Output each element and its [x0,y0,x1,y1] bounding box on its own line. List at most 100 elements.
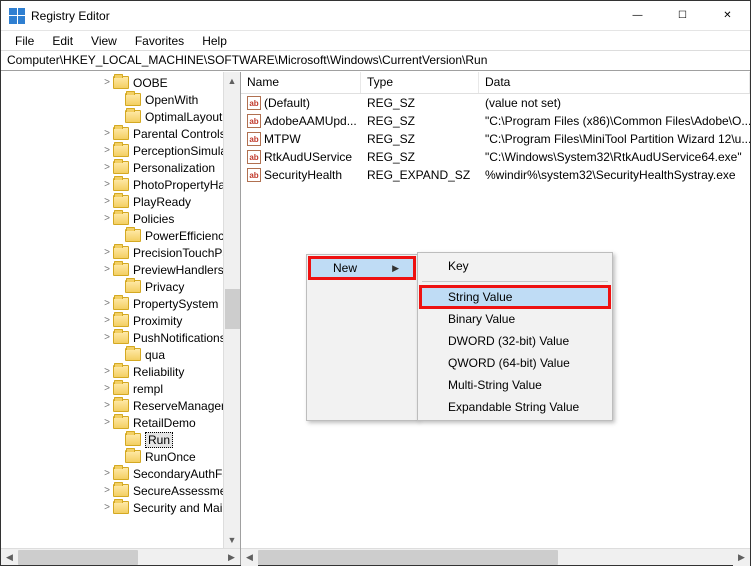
tree-item[interactable]: >Parental Controls [1,125,240,142]
expand-icon[interactable]: > [101,77,113,88]
menu-file[interactable]: File [7,32,42,50]
table-row[interactable]: abRtkAudUServiceREG_SZ"C:\Windows\System… [241,148,750,166]
tree-item[interactable]: >PhotoPropertyHandler [1,176,240,193]
menu-view[interactable]: View [83,32,125,50]
tree-item-label: Run [145,432,173,448]
column-type[interactable]: Type [361,72,479,93]
tree-item[interactable]: >Proximity [1,312,240,329]
column-name[interactable]: Name [241,72,361,93]
tree-item[interactable]: qua [1,346,240,363]
menu-favorites[interactable]: Favorites [127,32,192,50]
menu-edit[interactable]: Edit [44,32,81,50]
tree-item[interactable]: >PreviewHandlers [1,261,240,278]
tree-item[interactable]: >PropertySystem [1,295,240,312]
tree-item[interactable]: > PushNotifications [1,329,240,346]
expand-icon[interactable]: > [101,264,113,275]
expand-icon[interactable]: > [101,162,113,173]
expand-icon[interactable]: > [101,468,113,479]
tree-item[interactable]: >SecondaryAuthFactor [1,465,240,482]
folder-icon [113,331,129,344]
scroll-right-icon[interactable]: ▶ [223,549,240,566]
tree-item-label: PushNotifications [133,331,226,345]
address-bar[interactable]: Computer\HKEY_LOCAL_MACHINE\SOFTWARE\Mic… [1,51,750,71]
expand-icon[interactable]: > [101,502,113,513]
tree-item[interactable]: >OOBE [1,74,240,91]
tree-item[interactable]: >Reliability [1,363,240,380]
tree-item[interactable]: PowerEfficiencyDiagnostics [1,227,240,244]
titlebar-left: Registry Editor [9,8,110,24]
expand-icon[interactable]: > [101,485,113,496]
tree-item[interactable]: OpenWith [1,91,240,108]
tree-item[interactable]: >SecureAssessment [1,482,240,499]
maximize-button[interactable]: ☐ [660,1,705,31]
reg-string-icon: ab [247,132,261,146]
expand-icon[interactable]: > [101,128,113,139]
tree-horizontal-scrollbar[interactable]: ◀ ▶ [1,548,240,565]
menu-help[interactable]: Help [194,32,235,50]
scrollbar-thumb[interactable] [18,550,138,565]
tree-item[interactable]: Privacy [1,278,240,295]
folder-icon [125,280,141,293]
tree-item[interactable]: >PerceptionSimulation [1,142,240,159]
submenu-key[interactable]: Key [420,255,610,277]
tree-item-label: Privacy [145,280,184,294]
expand-icon[interactable]: > [101,213,113,224]
tree-list[interactable]: >OOBEOpenWithOptimalLayout>Parental Cont… [1,72,240,548]
scroll-up-icon[interactable]: ▲ [224,72,241,89]
folder-icon [113,365,129,378]
expand-icon[interactable]: > [101,196,113,207]
expand-icon[interactable]: > [101,145,113,156]
submenu-expand-label: Expandable String Value [448,400,579,414]
cell-data: (value not set) [479,96,750,110]
expand-icon[interactable]: > [101,298,113,309]
submenu-binary-value[interactable]: Binary Value [420,308,610,330]
scroll-left-icon[interactable]: ◀ [241,549,258,566]
tree-vertical-scrollbar[interactable]: ▲ ▼ [223,72,240,548]
tree-item[interactable]: >PlayReady [1,193,240,210]
close-button[interactable]: ✕ [705,1,750,31]
expand-icon[interactable]: > [101,400,113,411]
reg-string-icon: ab [247,168,261,182]
expand-icon[interactable]: > [101,366,113,377]
tree-item[interactable]: >Policies [1,210,240,227]
tree-item[interactable]: OptimalLayout [1,108,240,125]
menubar: File Edit View Favorites Help [1,31,750,51]
minimize-button[interactable]: — [615,1,660,31]
tree-item[interactable]: >PrecisionTouchPad [1,244,240,261]
column-data[interactable]: Data [479,72,750,93]
submenu-multistring-value[interactable]: Multi-String Value [420,374,610,396]
scroll-right-icon[interactable]: ▶ [733,549,750,566]
expand-icon[interactable]: > [101,417,113,428]
tree-item[interactable]: >RetailDemo [1,414,240,431]
expand-icon[interactable]: > [101,247,113,258]
tree-item[interactable]: >rempl [1,380,240,397]
submenu-binary-label: Binary Value [448,312,515,326]
expand-icon[interactable]: > [101,332,113,343]
expand-icon[interactable]: > [101,179,113,190]
folder-icon [113,212,129,225]
table-row[interactable]: abMTPWREG_SZ"C:\Program Files\MiniTool P… [241,130,750,148]
submenu-string-value[interactable]: String Value [420,286,610,308]
scroll-left-icon[interactable]: ◀ [1,549,18,566]
expand-icon[interactable]: > [101,315,113,326]
scrollbar-thumb[interactable] [225,289,240,329]
tree-item[interactable]: >ReserveManager [1,397,240,414]
tree-item[interactable]: Run [1,431,240,448]
list-horizontal-scrollbar[interactable]: ◀ ▶ [241,548,750,565]
list-rows[interactable]: ab(Default)REG_SZ(value not set)abAdobeA… [241,94,750,184]
tree-item[interactable]: >Security and Maintenance [1,499,240,516]
submenu-dword-value[interactable]: DWORD (32-bit) Value [420,330,610,352]
table-row[interactable]: ab(Default)REG_SZ(value not set) [241,94,750,112]
table-row[interactable]: abSecurityHealthREG_EXPAND_SZ%windir%\sy… [241,166,750,184]
context-menu-new[interactable]: New ▶ [309,257,415,279]
submenu-expandstring-value[interactable]: Expandable String Value [420,396,610,418]
scrollbar-thumb[interactable] [258,550,558,565]
table-row[interactable]: abAdobeAAMUpd...REG_SZ"C:\Program Files … [241,112,750,130]
submenu-qword-value[interactable]: QWORD (64-bit) Value [420,352,610,374]
cell-data: %windir%\system32\SecurityHealthSystray.… [479,168,750,182]
list-header: Name Type Data [241,72,750,94]
tree-item[interactable]: >Personalization [1,159,240,176]
tree-item[interactable]: RunOnce [1,448,240,465]
expand-icon[interactable]: > [101,383,113,394]
scroll-down-icon[interactable]: ▼ [224,531,241,548]
